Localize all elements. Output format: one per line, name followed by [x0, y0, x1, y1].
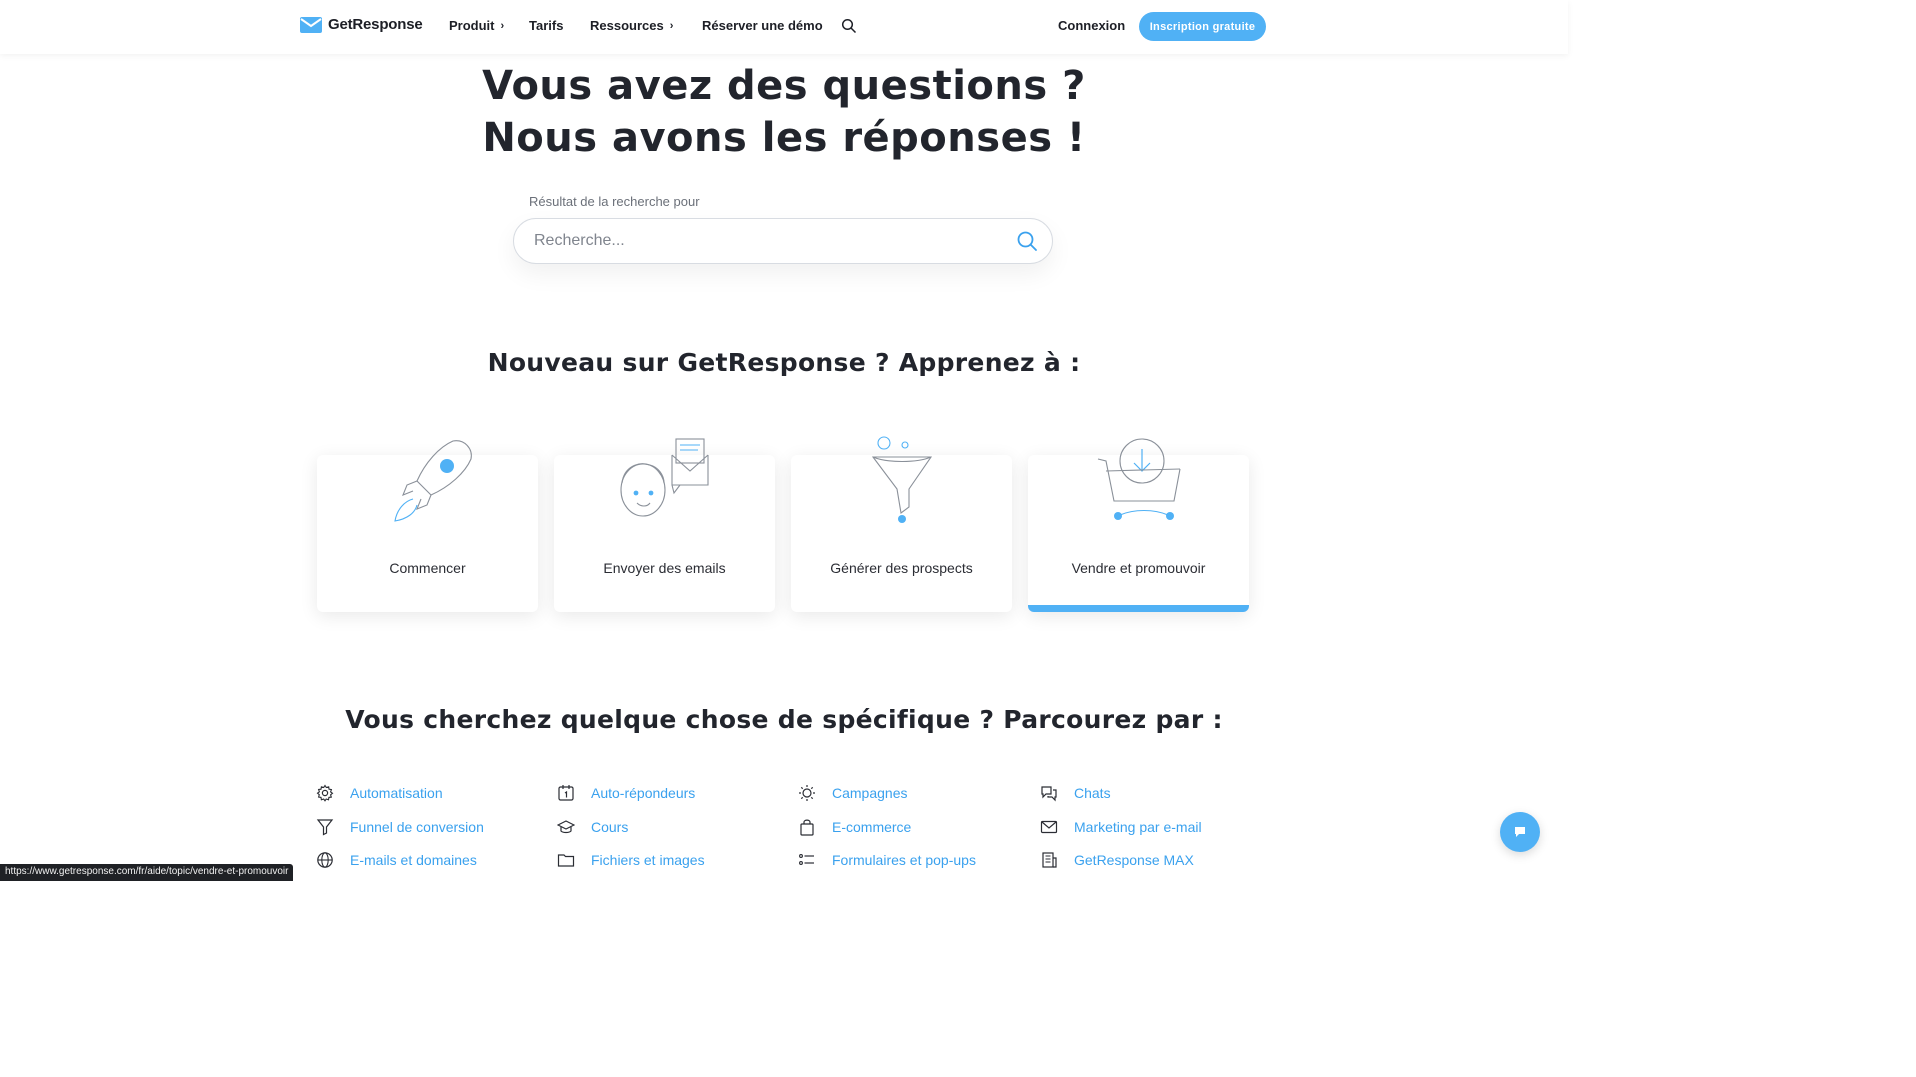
search-box	[513, 218, 1053, 264]
nav-produit-label: Produit	[449, 18, 495, 33]
chat-icon	[1515, 827, 1525, 837]
topic-label: Campagnes	[832, 785, 908, 801]
topic-label: GetResponse MAX	[1074, 852, 1194, 868]
graduation-cap-icon	[557, 820, 575, 834]
folder-icon	[557, 854, 575, 867]
nav-tarifs-label: Tarifs	[529, 18, 564, 33]
nav-tarifs[interactable]: Tarifs	[529, 18, 563, 33]
search-label: Résultat de la recherche pour	[529, 194, 700, 209]
login-link[interactable]: Connexion	[1058, 18, 1125, 33]
nav-ressources[interactable]: Ressources ›	[590, 18, 673, 33]
topic-e-commerce[interactable]: E-commerce	[798, 818, 911, 836]
nav-ressources-label: Ressources	[590, 18, 664, 33]
topic-label: Cours	[591, 819, 629, 835]
rocket-icon	[393, 440, 472, 522]
search-icon[interactable]	[841, 18, 857, 34]
signup-button[interactable]: Inscription gratuite	[1139, 12, 1266, 41]
chat-bubbles-icon	[1041, 786, 1057, 802]
card-generer-prospects[interactable]: Générer des prospects	[791, 436, 1012, 612]
topic-label: Marketing par e-mail	[1074, 819, 1202, 835]
topic-getresponse-max[interactable]: GetResponse MAX	[1040, 851, 1194, 869]
site-header: GetResponse Produit › Tarifs Ressources …	[0, 0, 1568, 54]
person-email-icon	[619, 438, 709, 517]
chevron-right-icon: ›	[500, 19, 505, 32]
topic-chats[interactable]: Chats	[1040, 784, 1111, 802]
topic-cours[interactable]: Cours	[557, 818, 628, 836]
topic-funnel-conversion[interactable]: Funnel de conversion	[316, 818, 484, 836]
search-submit-icon[interactable]	[1016, 230, 1038, 252]
gear-icon	[316, 784, 334, 802]
list-icon	[799, 854, 814, 865]
funnel-icon	[871, 436, 932, 523]
nav-produit[interactable]: Produit ›	[449, 18, 504, 33]
shopping-bag-icon	[800, 819, 814, 836]
topic-label: Automatisation	[350, 785, 443, 801]
topic-automatisation[interactable]: Automatisation	[316, 784, 443, 802]
topic-label: E-commerce	[832, 819, 912, 835]
sun-icon	[799, 785, 815, 801]
page-title-line1: Vous avez des questions ?	[482, 63, 1086, 109]
topic-campagnes[interactable]: Campagnes	[798, 784, 908, 802]
topic-emails-domaines[interactable]: E-mails et domaines	[316, 851, 477, 869]
topic-label: Formulaires et pop-ups	[832, 852, 976, 868]
card-vendre-promouvoir[interactable]: Vendre et promouvoir	[1028, 438, 1249, 612]
card-label: Générer des prospects	[830, 560, 973, 576]
topic-auto-repondeurs[interactable]: Auto-répondeurs	[557, 784, 695, 802]
logo-text: GetResponse	[328, 16, 423, 33]
chat-widget-button[interactable]	[1500, 812, 1540, 852]
topic-marketing-email[interactable]: Marketing par e-mail	[1040, 818, 1202, 836]
search-input[interactable]	[534, 219, 1004, 263]
page-title: Vous avez des questions ? Nous avons les…	[0, 60, 1568, 164]
nav-demo-label: Réserver une démo	[702, 18, 823, 33]
getresponse-logo[interactable]: GetResponse	[300, 16, 423, 33]
topic-formulaires-popups[interactable]: Formulaires et pop-ups	[798, 851, 976, 869]
nav-demo[interactable]: Réserver une démo	[702, 18, 823, 33]
globe-icon	[317, 852, 333, 868]
envelope-icon	[1040, 820, 1058, 834]
card-envoyer-emails[interactable]: Envoyer des emails	[554, 438, 775, 612]
chevron-right-icon: ›	[669, 19, 674, 32]
topic-label: Funnel de conversion	[350, 819, 484, 835]
card-label: Envoyer des emails	[603, 560, 726, 576]
topic-label: E-mails et domaines	[350, 852, 477, 868]
cart-icon	[1097, 438, 1181, 520]
card-label: Vendre et promouvoir	[1071, 560, 1206, 576]
card-label: Commencer	[389, 560, 466, 576]
topic-label: Auto-répondeurs	[591, 785, 696, 801]
browse-heading: Vous cherchez quelque chose de spécifiqu…	[345, 705, 1223, 734]
page-title-line2: Nous avons les réponses !	[482, 115, 1086, 161]
filter-icon	[316, 819, 334, 836]
browser-status-url: https://www.getresponse.com/fr/aide/topi…	[0, 864, 294, 881]
building-icon	[1042, 852, 1057, 868]
card-commencer[interactable]: Commencer	[317, 440, 538, 612]
topic-fichiers-images[interactable]: Fichiers et images	[557, 851, 705, 869]
topic-label: Fichiers et images	[591, 852, 705, 868]
envelope-logo-icon	[300, 16, 322, 33]
learn-heading: Nouveau sur GetResponse ? Apprenez à :	[487, 348, 1081, 377]
topic-label: Chats	[1074, 785, 1111, 801]
active-indicator-bar	[1028, 605, 1249, 612]
calendar-icon	[558, 785, 574, 801]
